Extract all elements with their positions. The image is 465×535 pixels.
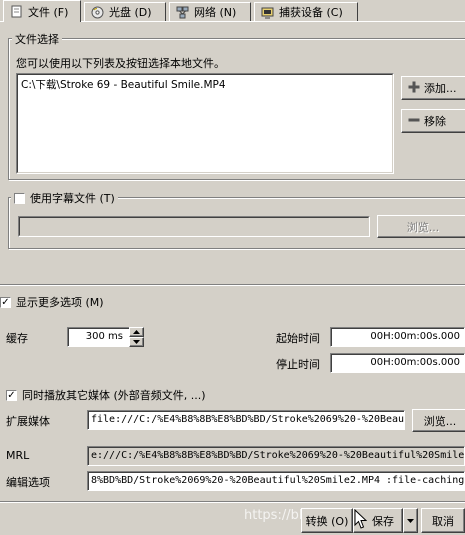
more-options-toggle[interactable]: ✓ 显示更多选项 (M) bbox=[0, 294, 104, 310]
arrow-up-icon bbox=[133, 330, 140, 334]
minus-icon bbox=[408, 114, 420, 129]
arrow-down-icon bbox=[133, 340, 140, 344]
edit-options-input[interactable]: 8%BD%BD/Stroke%2069%20-%20Beautiful%20Sm… bbox=[87, 471, 465, 491]
subtitle-path-field bbox=[18, 216, 370, 237]
mrl-field: e:///C:/%E4%B8%8B%E8%BD%BD/Stroke%2069%2… bbox=[87, 446, 465, 466]
remove-button[interactable]: 移除 bbox=[401, 109, 465, 133]
add-button-label: 添加... bbox=[424, 82, 457, 95]
remove-button-label: 移除 bbox=[424, 115, 446, 128]
plus-icon bbox=[408, 81, 420, 96]
sync-play-label: 同时播放其它媒体 (外部音频文件, ...) bbox=[22, 389, 206, 402]
network-icon bbox=[176, 6, 189, 19]
file-list-item[interactable]: C:\下载\Stroke 69 - Beautiful Smile.MP4 bbox=[21, 77, 226, 92]
tab-capture-device[interactable]: 捕获设备 (C) bbox=[254, 2, 358, 21]
file-icon bbox=[10, 5, 23, 18]
subtitle-browse-button: 浏览... bbox=[377, 215, 465, 238]
file-list[interactable]: C:\下载\Stroke 69 - Beautiful Smile.MP4 bbox=[16, 73, 394, 174]
tab-disc[interactable]: 光盘 (D) bbox=[84, 2, 166, 21]
start-time-label: 起始时间 bbox=[276, 332, 320, 345]
convert-button[interactable]: 转换 (O) bbox=[301, 508, 353, 533]
stop-time-input[interactable]: 00H:00m:00s.000 bbox=[330, 353, 465, 373]
tab-file[interactable]: 文件 (F) bbox=[3, 0, 81, 22]
subtitle-legend: 使用字幕文件 (T) bbox=[11, 190, 118, 206]
extra-media-browse-button[interactable]: 浏览... bbox=[412, 409, 465, 432]
tab-file-label: 文件 (F) bbox=[28, 5, 69, 19]
more-options-label: 显示更多选项 (M) bbox=[16, 296, 104, 309]
file-selection-legend: 文件选择 bbox=[12, 31, 62, 47]
stop-time-label: 停止时间 bbox=[276, 358, 320, 371]
sync-play-toggle[interactable]: ✓ 同时播放其它媒体 (外部音频文件, ...) bbox=[6, 387, 206, 403]
cache-label: 缓存 bbox=[6, 332, 28, 345]
save-dropdown-button[interactable] bbox=[403, 508, 418, 533]
tab-network-label: 网络 (N) bbox=[194, 6, 237, 19]
more-options-checkbox[interactable]: ✓ bbox=[0, 296, 11, 308]
edit-options-label: 编辑选项 bbox=[6, 476, 50, 489]
tab-disc-label: 光盘 (D) bbox=[109, 6, 152, 19]
mrl-label: MRL bbox=[6, 449, 30, 462]
extra-media-input[interactable]: file:///C:/%E4%B8%8B%E8%BD%BD/Stroke%206… bbox=[87, 410, 405, 430]
tab-network[interactable]: 网络 (N) bbox=[169, 2, 251, 21]
add-button[interactable]: 添加... bbox=[401, 76, 465, 100]
cache-increment-button[interactable] bbox=[129, 327, 144, 337]
subtitle-checkbox-label: 使用字幕文件 (T) bbox=[30, 192, 115, 205]
file-selection-hint: 您可以使用以下列表及按钮选择本地文件。 bbox=[16, 57, 225, 70]
cancel-button[interactable]: 取消 bbox=[421, 508, 465, 533]
subtitle-checkbox[interactable] bbox=[14, 192, 25, 204]
cache-input[interactable]: 300 ms bbox=[67, 327, 132, 347]
footer-separator bbox=[0, 501, 465, 503]
capture-device-icon bbox=[261, 6, 274, 19]
chevron-down-icon bbox=[407, 518, 414, 523]
separator bbox=[0, 284, 465, 286]
extra-media-label: 扩展媒体 bbox=[6, 415, 50, 428]
mouse-cursor-icon bbox=[354, 509, 367, 529]
start-time-input[interactable]: 00H:00m:00s.000 bbox=[330, 327, 465, 347]
disc-icon bbox=[91, 6, 104, 19]
tab-capture-device-label: 捕获设备 (C) bbox=[279, 6, 343, 19]
sync-play-checkbox[interactable]: ✓ bbox=[6, 389, 17, 401]
cache-decrement-button[interactable] bbox=[129, 337, 144, 347]
